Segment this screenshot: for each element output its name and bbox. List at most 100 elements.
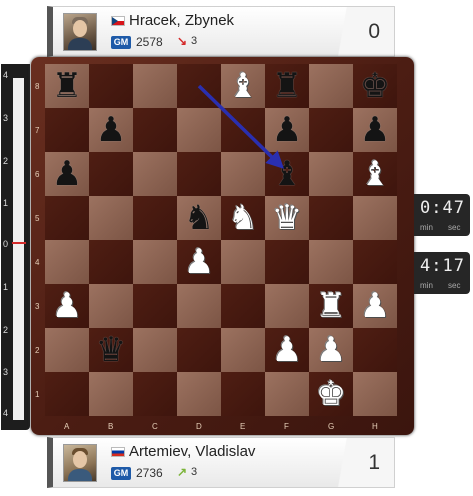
top-clock: 0:47 min sec bbox=[414, 194, 470, 236]
square-c6[interactable] bbox=[133, 152, 177, 196]
white-pawn-f2[interactable]: ♟ bbox=[265, 328, 309, 372]
square-g4[interactable] bbox=[309, 240, 353, 284]
rank-label: 4 bbox=[35, 258, 40, 267]
ru-flag-icon bbox=[111, 447, 125, 457]
square-e2[interactable] bbox=[221, 328, 265, 372]
bottom-player-rating-change: 3 bbox=[191, 466, 198, 478]
bottom-clock-time: 4:17 bbox=[420, 256, 465, 276]
square-d8[interactable] bbox=[177, 64, 221, 108]
square-c3[interactable] bbox=[133, 284, 177, 328]
trend-down-icon: ↘ bbox=[177, 34, 188, 48]
file-label: E bbox=[240, 422, 246, 431]
square-d6[interactable] bbox=[177, 152, 221, 196]
white-pawn-g2[interactable]: ♟ bbox=[309, 328, 353, 372]
bottom-player-name[interactable]: Artemiev, Vladislav bbox=[129, 443, 255, 460]
cz-flag-icon bbox=[111, 16, 125, 26]
square-f1[interactable] bbox=[265, 372, 309, 416]
square-c4[interactable] bbox=[133, 240, 177, 284]
square-g5[interactable] bbox=[309, 196, 353, 240]
square-g6[interactable] bbox=[309, 152, 353, 196]
rank-label: 2 bbox=[35, 346, 40, 355]
white-pawn-a3[interactable]: ♟ bbox=[45, 284, 89, 328]
file-label: F bbox=[284, 422, 289, 431]
square-h4[interactable] bbox=[353, 240, 397, 284]
white-bishop-e8[interactable]: ♝ bbox=[221, 64, 265, 108]
rank-label: 8 bbox=[35, 82, 40, 91]
black-queen-b2[interactable]: ♛ bbox=[89, 328, 133, 372]
top-clock-sec-label: sec bbox=[448, 223, 461, 232]
white-pawn-h3[interactable]: ♟ bbox=[353, 284, 397, 328]
square-b5[interactable] bbox=[89, 196, 133, 240]
square-d3[interactable] bbox=[177, 284, 221, 328]
rank-label: 1 bbox=[35, 390, 40, 399]
chess-board[interactable]: 8 7 6 5 4 3 2 1 A B C D E F G H ♜ ♝ ♜ ♚ ♟ ♟ ♟ ♟ ♝ ♝ ♞ ♞ ♛ ♟ ♟ ♜ ♟ ♛ ♟ ♟ ♚ bbox=[35, 64, 397, 431]
black-rook-f8[interactable]: ♜ bbox=[265, 64, 309, 108]
square-a1[interactable] bbox=[45, 372, 89, 416]
top-player-panel: Hracek, Zbynek GM 2578 ↘ 3 0 bbox=[47, 6, 395, 57]
top-player-avatar bbox=[63, 13, 97, 51]
square-h1[interactable] bbox=[353, 372, 397, 416]
square-e4[interactable] bbox=[221, 240, 265, 284]
square-d2[interactable] bbox=[177, 328, 221, 372]
square-e7[interactable] bbox=[221, 108, 265, 152]
square-f4[interactable] bbox=[265, 240, 309, 284]
evaluation-bar: 4 3 2 1 0 1 2 3 4 bbox=[1, 64, 30, 430]
white-knight-e5[interactable]: ♞ bbox=[221, 196, 265, 240]
square-c7[interactable] bbox=[133, 108, 177, 152]
square-h5[interactable] bbox=[353, 196, 397, 240]
white-rook-g3[interactable]: ♜ bbox=[309, 284, 353, 328]
white-queen-f5[interactable]: ♛ bbox=[265, 196, 309, 240]
square-d7[interactable] bbox=[177, 108, 221, 152]
black-knight-d5[interactable]: ♞ bbox=[177, 196, 221, 240]
trend-up-icon: ↗ bbox=[177, 465, 188, 479]
top-player-title-badge: GM bbox=[111, 36, 131, 49]
eval-tick: 1 bbox=[3, 282, 9, 292]
black-pawn-h7[interactable]: ♟ bbox=[353, 108, 397, 152]
top-player-rating: 2578 bbox=[136, 35, 163, 49]
square-c1[interactable] bbox=[133, 372, 177, 416]
square-a2[interactable] bbox=[45, 328, 89, 372]
square-e3[interactable] bbox=[221, 284, 265, 328]
square-a5[interactable] bbox=[45, 196, 89, 240]
square-b4[interactable] bbox=[89, 240, 133, 284]
square-e1[interactable] bbox=[221, 372, 265, 416]
eval-tick: 4 bbox=[3, 70, 9, 80]
black-pawn-b7[interactable]: ♟ bbox=[89, 108, 133, 152]
file-label: D bbox=[196, 422, 202, 431]
square-c5[interactable] bbox=[133, 196, 177, 240]
square-a7[interactable] bbox=[45, 108, 89, 152]
top-player-rating-change: 3 bbox=[191, 35, 198, 47]
square-e6[interactable] bbox=[221, 152, 265, 196]
square-c8[interactable] bbox=[133, 64, 177, 108]
square-g8[interactable] bbox=[309, 64, 353, 108]
square-c2[interactable] bbox=[133, 328, 177, 372]
bottom-clock-min-label: min bbox=[420, 281, 433, 290]
black-king-h8[interactable]: ♚ bbox=[353, 64, 397, 108]
white-king-g1[interactable]: ♚ bbox=[309, 372, 353, 416]
white-bishop-h6[interactable]: ♝ bbox=[353, 152, 397, 196]
rank-label: 5 bbox=[35, 214, 40, 223]
rank-label: 7 bbox=[35, 126, 40, 135]
square-b6[interactable] bbox=[89, 152, 133, 196]
square-a4[interactable] bbox=[45, 240, 89, 284]
bottom-clock: 4:17 min sec bbox=[414, 252, 470, 294]
square-h2[interactable] bbox=[353, 328, 397, 372]
black-pawn-a6[interactable]: ♟ bbox=[45, 152, 89, 196]
black-bishop-f6[interactable]: ♝ bbox=[265, 152, 309, 196]
black-pawn-f7[interactable]: ♟ bbox=[265, 108, 309, 152]
square-d1[interactable] bbox=[177, 372, 221, 416]
square-f3[interactable] bbox=[265, 284, 309, 328]
file-label: B bbox=[108, 422, 114, 431]
square-g7[interactable] bbox=[309, 108, 353, 152]
top-player-name[interactable]: Hracek, Zbynek bbox=[129, 12, 234, 29]
bottom-player-score-box: 1 bbox=[332, 438, 394, 487]
white-pawn-d4[interactable]: ♟ bbox=[177, 240, 221, 284]
file-label: A bbox=[64, 422, 70, 431]
top-player-score: 0 bbox=[368, 20, 380, 43]
square-b8[interactable] bbox=[89, 64, 133, 108]
eval-tick: 3 bbox=[3, 113, 9, 123]
square-b3[interactable] bbox=[89, 284, 133, 328]
bottom-player-title-badge: GM bbox=[111, 467, 131, 480]
black-rook-a8[interactable]: ♜ bbox=[45, 64, 89, 108]
square-b1[interactable] bbox=[89, 372, 133, 416]
